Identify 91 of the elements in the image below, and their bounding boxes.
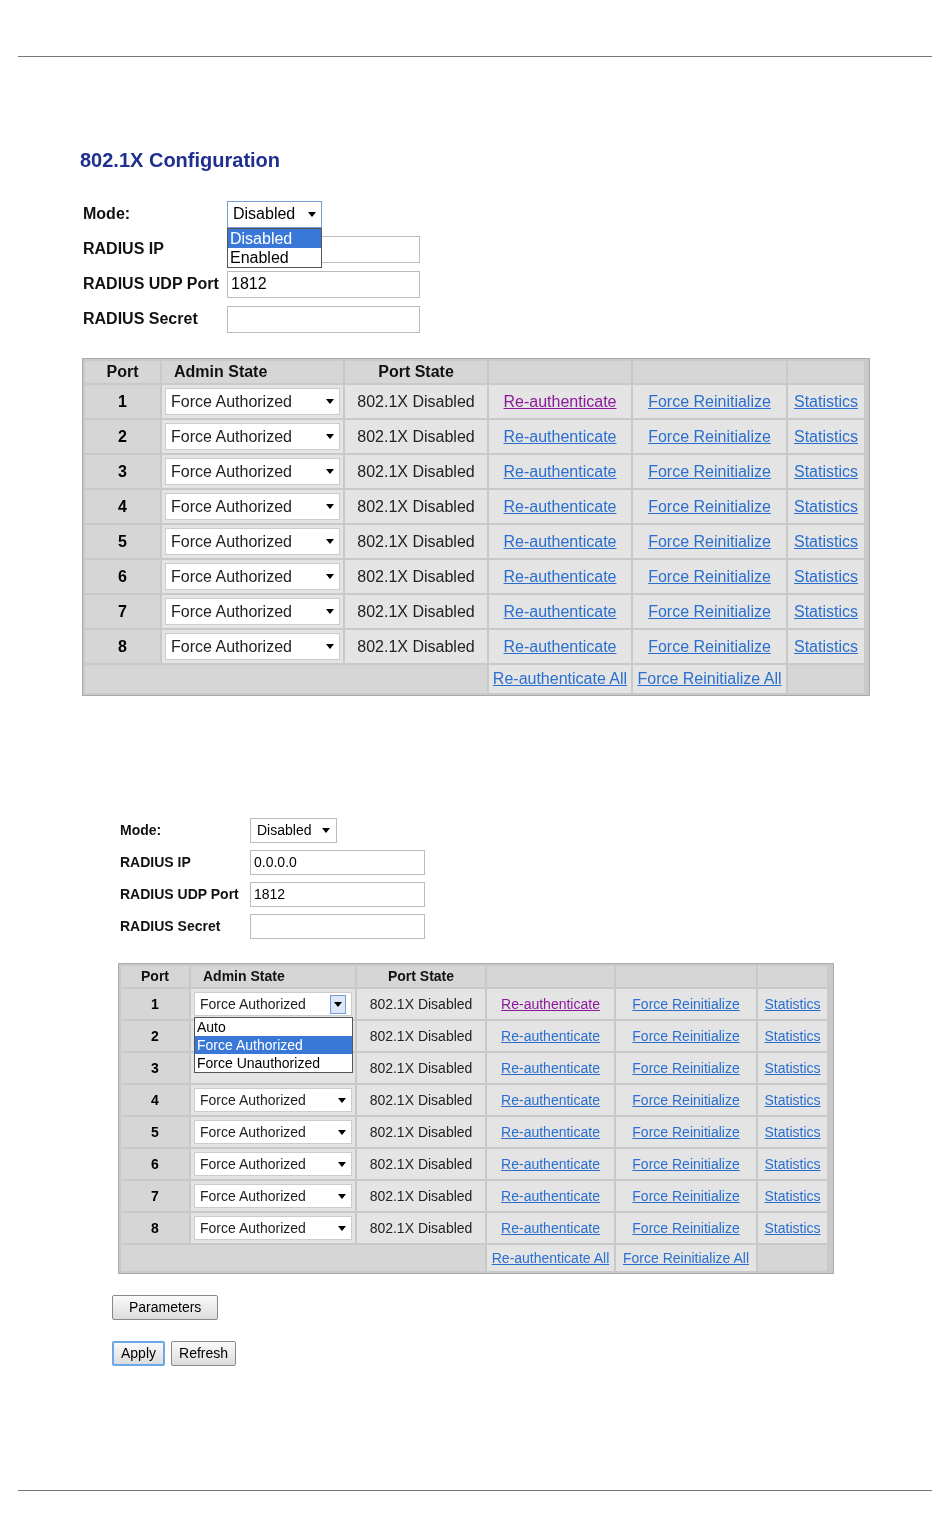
- dropdown-caret-icon: [326, 434, 334, 439]
- field-label: RADIUS UDP Port: [120, 885, 240, 904]
- table-cell: 802.1X Disabled: [345, 630, 487, 663]
- table-cell: 802.1X Disabled: [345, 525, 487, 558]
- column-header: Port: [121, 966, 189, 987]
- port-cell: 8: [85, 630, 160, 663]
- port-cell: 4: [121, 1085, 189, 1115]
- mode-select[interactable]: Disabled: [227, 200, 322, 228]
- table-cell: 802.1X Disabled: [357, 1053, 485, 1083]
- text-field[interactable]: 1812: [250, 882, 425, 907]
- dropdown-caret-icon: [326, 469, 334, 474]
- table-cell: 802.1X Disabled: [357, 1021, 485, 1051]
- dropdown-option[interactable]: Disabled: [228, 228, 321, 248]
- field-label: RADIUS UDP Port: [83, 274, 220, 294]
- field-label: RADIUS IP: [83, 239, 165, 259]
- port-cell: 8: [121, 1213, 189, 1243]
- admin-state-select[interactable]: Force Authorized: [165, 598, 340, 625]
- text-field[interactable]: [250, 914, 425, 939]
- admin-state-select[interactable]: Force Authorized: [165, 493, 340, 520]
- field-label: RADIUS Secret: [83, 309, 199, 329]
- dropdown-caret-icon: [338, 1097, 346, 1103]
- table-cell: 802.1X Disabled: [357, 1149, 485, 1179]
- port-cell: 2: [121, 1021, 189, 1051]
- port-cell: 1: [121, 989, 189, 1019]
- admin-state-select[interactable]: Force Authorized: [165, 458, 340, 485]
- field-label: RADIUS IP: [120, 853, 192, 872]
- dropdown-caret-icon: [326, 609, 334, 614]
- form-button[interactable]: Apply: [112, 1341, 166, 1366]
- dropdown-caret-icon: [338, 1129, 346, 1135]
- dropdown-caret-icon: [326, 539, 334, 544]
- table-cell: 802.1X Disabled: [345, 490, 487, 523]
- port-cell: 3: [121, 1053, 189, 1083]
- dropdown-caret-icon: [326, 504, 334, 509]
- admin-state-select[interactable]: Force Authorized: [194, 1152, 352, 1176]
- admin-state-select[interactable]: Force Authorized: [194, 1184, 352, 1208]
- admin-state-select[interactable]: Force Authorized: [194, 1120, 352, 1144]
- column-header: Admin State: [162, 361, 343, 383]
- dropdown-caret-icon: [338, 1193, 346, 1199]
- table-cell: 802.1X Disabled: [345, 455, 487, 488]
- dropdown-caret-icon: [326, 574, 334, 579]
- field-label: Mode:: [83, 204, 132, 224]
- port-cell: 2: [85, 420, 160, 453]
- admin-state-select[interactable]: Force Authorized: [165, 633, 340, 660]
- admin-state-select[interactable]: Force Authorized: [165, 563, 340, 590]
- table-cell: 802.1X Disabled: [357, 989, 485, 1019]
- dropdown-caret-icon: [338, 1225, 346, 1231]
- table-cell: 802.1X Disabled: [357, 1213, 485, 1243]
- port-cell: 4: [85, 490, 160, 523]
- page-title: 802.1X Configuration: [80, 148, 282, 173]
- port-cell: 5: [85, 525, 160, 558]
- dropdown-caret-icon: [326, 399, 334, 404]
- form-button[interactable]: Refresh: [171, 1341, 237, 1366]
- column-header: Port: [85, 361, 160, 383]
- text-field[interactable]: 1812: [227, 270, 420, 298]
- table-cell: 802.1X Disabled: [357, 1085, 485, 1115]
- dropdown-caret-icon: [322, 828, 330, 833]
- field-label: Mode:: [120, 821, 163, 840]
- field-label: RADIUS Secret: [120, 917, 222, 936]
- dropdown-caret-icon: [338, 1161, 346, 1167]
- dropdown-caret-icon: [334, 1001, 342, 1007]
- table-cell: 802.1X Disabled: [357, 1117, 485, 1147]
- admin-state-select[interactable]: Force Authorized: [165, 423, 340, 450]
- table-cell: 802.1X Disabled: [357, 1181, 485, 1211]
- port-cell: 6: [121, 1149, 189, 1179]
- admin-state-select[interactable]: Force Authorized: [194, 992, 352, 1016]
- text-field[interactable]: 0.0.0.0: [250, 850, 425, 875]
- port-cell: 3: [85, 455, 160, 488]
- admin-state-select[interactable]: Force Authorized: [194, 1216, 352, 1240]
- table-cell: 802.1X Disabled: [345, 420, 487, 453]
- dropdown-caret-icon: [326, 644, 334, 649]
- column-header: Port State: [357, 966, 485, 987]
- port-cell: 1: [85, 385, 160, 418]
- form-button[interactable]: Parameters: [112, 1295, 219, 1320]
- column-header: Port State: [345, 361, 487, 383]
- admin-state-select[interactable]: Force Authorized: [165, 528, 340, 555]
- admin-state-select[interactable]: Force Authorized: [194, 1088, 352, 1112]
- dropdown-caret-icon: [308, 211, 316, 217]
- port-cell: 5: [121, 1117, 189, 1147]
- dropdown-option[interactable]: Auto: [195, 1018, 352, 1036]
- port-cell: 7: [85, 595, 160, 628]
- dropdown-option[interactable]: Enabled: [228, 247, 321, 267]
- admin-state-select[interactable]: Force Authorized: [165, 388, 340, 415]
- port-cell: 7: [121, 1181, 189, 1211]
- table-cell: 802.1X Disabled: [345, 560, 487, 593]
- column-header: Admin State: [191, 966, 355, 987]
- table-cell: 802.1X Disabled: [345, 595, 487, 628]
- mode-select[interactable]: Disabled: [250, 818, 337, 843]
- dropdown-option[interactable]: Force Authorized: [195, 1036, 352, 1054]
- text-field[interactable]: [227, 305, 420, 333]
- port-cell: 6: [85, 560, 160, 593]
- table-cell: 802.1X Disabled: [345, 385, 487, 418]
